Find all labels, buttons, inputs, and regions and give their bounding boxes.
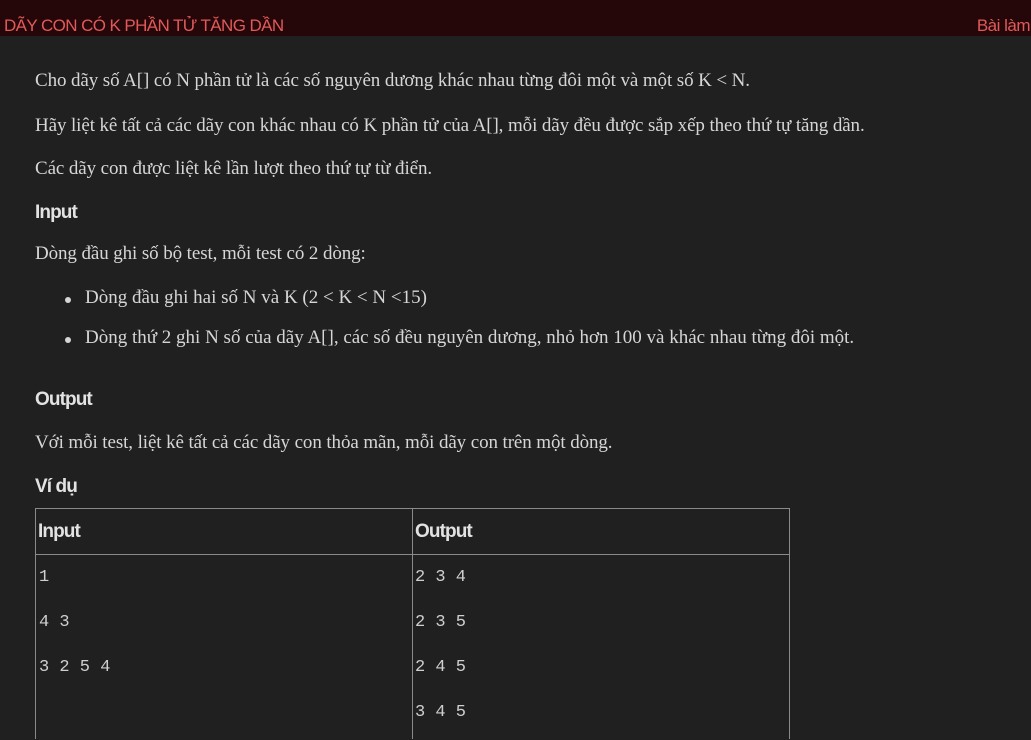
problem-statement: Cho dãy số A[] có N phần tử là các số ng… — [0, 36, 1031, 740]
table-divider — [412, 509, 413, 739]
statement-paragraph-1: Cho dãy số A[] có N phần tử là các số ng… — [35, 70, 750, 91]
output-line: 2 4 5 — [415, 658, 467, 677]
bullet-icon — [65, 337, 71, 343]
example-table: Input Output 1 4 3 3 2 5 4 2 3 4 2 3 5 2… — [35, 508, 790, 739]
input-heading: Input — [35, 202, 78, 223]
statement-paragraph-3: Các dãy con được liệt kê lần lượt theo t… — [35, 158, 433, 179]
table-header-output: Output — [415, 521, 473, 542]
input-line: 4 3 — [39, 613, 70, 632]
problem-title: DÃY CON CÓ K PHẦN TỬ TĂNG DẦN — [4, 16, 284, 35]
problem-header-bar: DÃY CON CÓ K PHẦN TỬ TĂNG DẦN Bài làm — [0, 0, 1031, 36]
output-line: 3 4 5 — [415, 703, 467, 722]
table-divider — [36, 554, 789, 555]
input-description: Dòng đầu ghi số bộ test, mỗi test có 2 d… — [35, 243, 366, 264]
input-list-item: Dòng thứ 2 ghi N số của dãy A[], các số … — [85, 327, 855, 348]
input-list-item: Dòng đầu ghi hai số N và K (2 < K < N <1… — [85, 287, 427, 308]
output-line: 2 3 4 — [415, 568, 467, 587]
statement-paragraph-2: Hãy liệt kê tất cả các dãy con khác nhau… — [35, 115, 865, 136]
example-heading: Ví dụ — [35, 476, 78, 497]
bullet-icon — [65, 297, 71, 303]
output-description: Với mỗi test, liệt kê tất cả các dãy con… — [35, 432, 613, 453]
input-line: 1 — [39, 568, 50, 587]
output-heading: Output — [35, 389, 93, 410]
table-header-input: Input — [38, 521, 81, 542]
output-line: 2 3 5 — [415, 613, 467, 632]
submit-tab-link[interactable]: Bài làm — [977, 16, 1031, 36]
input-line: 3 2 5 4 — [39, 658, 111, 677]
